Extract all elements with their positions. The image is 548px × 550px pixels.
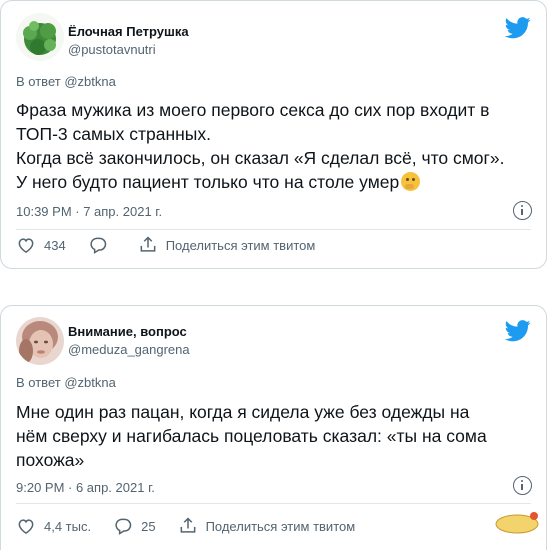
tweet-timestamp[interactable]: 9:20 PM · 6 апр. 2021 г. (16, 480, 155, 495)
like-button[interactable]: 434 (16, 235, 66, 255)
author-handle[interactable]: @meduza_gangrena (68, 342, 190, 357)
reply-button[interactable]: 25 (113, 516, 156, 536)
tweet-text-line: нём сверху и нагибалась поцеловать сказа… (16, 426, 487, 446)
reply-to-link[interactable]: @zbtkna (64, 375, 116, 390)
tweet-text-line: У него будто пациент только что на столе… (16, 170, 536, 194)
share-icon (180, 517, 195, 533)
tweet-text-line: Когда всё закончилось, он сказал «Я сдел… (16, 148, 505, 168)
like-button[interactable]: 4,4 тыс. (16, 516, 91, 536)
reply-to-link[interactable]: @zbtkna (64, 74, 116, 89)
reply-context: В ответ @zbtkna (16, 74, 116, 89)
twitter-bird-icon[interactable] (505, 17, 531, 39)
tweet-card[interactable]: Ёлочная Петрушка @pustotavnutri В ответ … (0, 0, 547, 269)
divider (16, 229, 531, 230)
tweet-actions: 434 Поделиться этим твитом (16, 233, 337, 257)
info-icon[interactable] (513, 476, 532, 495)
share-label: Поделиться этим твитом (165, 237, 316, 253)
watermark-logo (495, 512, 539, 534)
twitter-bird-icon[interactable] (505, 320, 531, 342)
tweet-text: Мне один раз пацан, когда я сидела уже б… (16, 400, 536, 472)
tweet-card[interactable]: Внимание, вопрос @meduza_gangrena В отве… (0, 305, 547, 550)
share-button[interactable]: Поделиться этим твитом (138, 235, 316, 255)
share-icon (140, 236, 156, 252)
avatar[interactable] (16, 13, 64, 61)
divider (16, 503, 531, 504)
tweet-actions: 4,4 тыс. 25 Поделиться этим твитом (16, 514, 377, 538)
share-label: Поделиться этим твитом (205, 518, 356, 534)
author-name[interactable]: Ёлочная Петрушка (68, 24, 189, 39)
tweet-text-line: ТОП-3 самых странных. (16, 124, 211, 144)
reply-bubble-icon (90, 237, 106, 254)
author-handle[interactable]: @pustotavnutri (68, 42, 156, 57)
share-button[interactable]: Поделиться этим твитом (178, 516, 356, 536)
reply-context: В ответ @zbtkna (16, 375, 116, 390)
thinking-face-emoji-icon (401, 172, 421, 191)
reply-button[interactable] (88, 235, 116, 255)
like-count: 434 (44, 237, 66, 253)
author-name[interactable]: Внимание, вопрос (68, 324, 187, 339)
tweet-text-line: Мне один раз пацан, когда я сидела уже б… (16, 402, 470, 422)
reply-prefix: В ответ (16, 375, 61, 390)
avatar[interactable] (16, 317, 64, 365)
tweet-text-segment: У него будто пациент только что на столе… (16, 172, 400, 192)
reply-bubble-icon (115, 518, 132, 535)
heart-icon (18, 238, 34, 253)
info-icon[interactable] (513, 201, 532, 220)
tweet-text-line: Фраза мужика из моего первого секса до с… (16, 100, 490, 120)
like-count: 4,4 тыс. (44, 518, 92, 534)
tweet-timestamp[interactable]: 10:39 PM · 7 апр. 2021 г. (16, 204, 162, 219)
heart-icon (18, 519, 34, 534)
reply-count: 25 (141, 518, 156, 534)
tweet-text-line: похожа» (16, 450, 85, 470)
reply-prefix: В ответ (16, 74, 61, 89)
tweet-text: Фраза мужика из моего первого секса до с… (16, 98, 536, 194)
